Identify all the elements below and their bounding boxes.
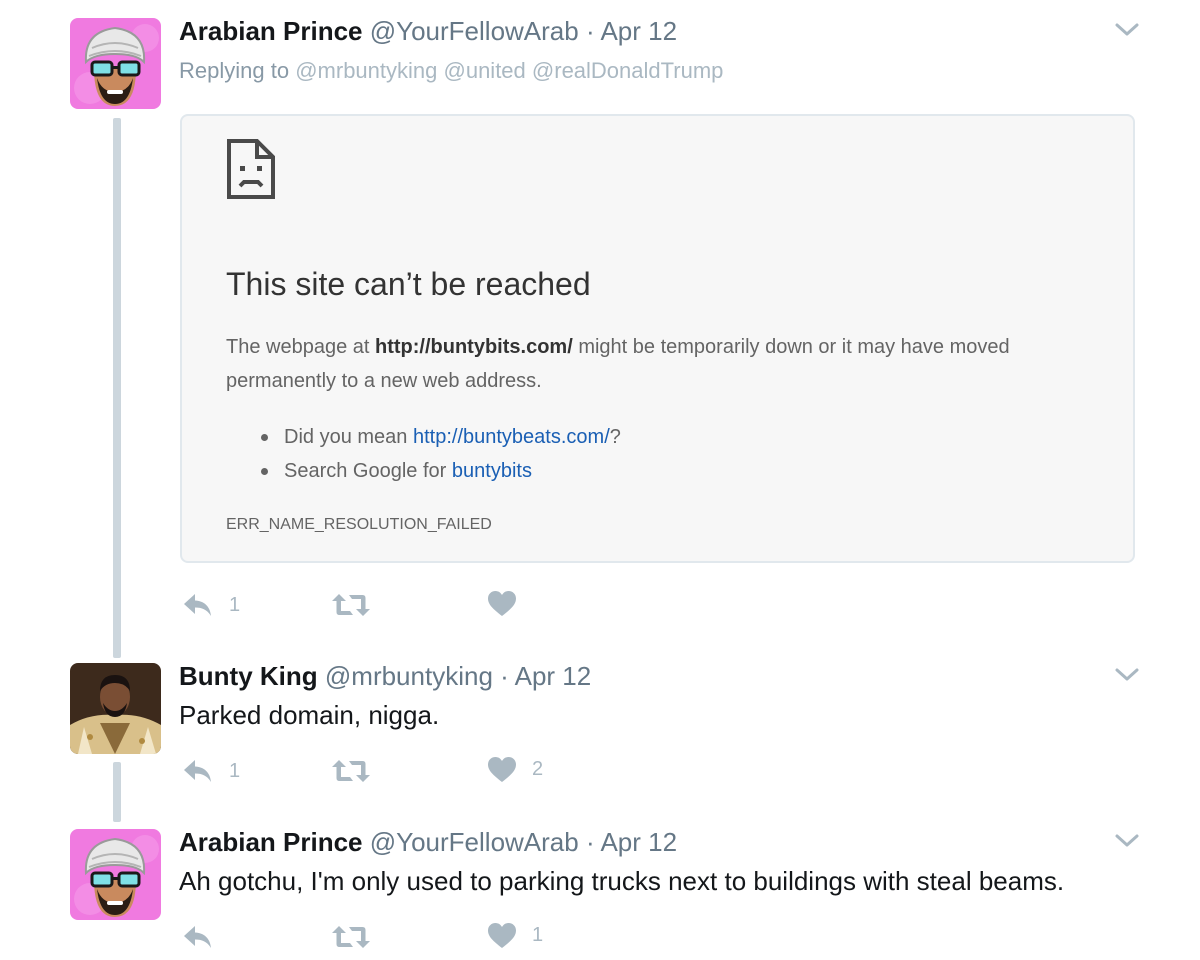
suggestion-link: http://buntybeats.com/ [412, 426, 610, 448]
tweet-date[interactable]: Apr 12 [600, 16, 677, 46]
suggestion-list: Did you mean http://buntybeats.com/? Sea… [226, 420, 621, 488]
separator-dot: · [585, 827, 595, 857]
retweet-button[interactable] [331, 756, 386, 786]
error-url: http://buntybits.com/ [375, 336, 573, 358]
error-code: ERR_NAME_RESOLUTION_FAILED [226, 516, 492, 533]
suggestion-text: Did you mean [284, 426, 408, 448]
tweet-header: Arabian Prince @YourFellowArab · Apr 12 [179, 16, 677, 46]
retweet-icon [331, 924, 371, 950]
reply-button[interactable] [182, 922, 229, 952]
tweet-date[interactable]: Apr 12 [515, 661, 592, 691]
mention-link[interactable]: @mrbuntyking [295, 58, 437, 83]
like-count: 1 [532, 923, 544, 946]
display-name[interactable]: Bunty King [179, 661, 318, 691]
avatar[interactable] [70, 663, 161, 754]
sad-document-icon [226, 138, 276, 200]
like-button[interactable] [487, 588, 532, 618]
tweet-header: Bunty King @mrbuntyking · Apr 12 [179, 661, 591, 691]
tweet-text: Parked domain, nigga. [179, 700, 440, 730]
heart-icon [487, 590, 517, 617]
reply-button[interactable]: 1 [182, 590, 240, 620]
chevron-down-icon[interactable] [1114, 21, 1140, 39]
reply-icon [182, 592, 214, 618]
user-handle[interactable]: @YourFellowArab [370, 16, 579, 46]
mention-link[interactable]: @realDonaldTrump [532, 58, 723, 83]
tweet-header: Arabian Prince @YourFellowArab · Apr 12 [179, 827, 677, 857]
error-body-prefix: The webpage at [226, 336, 370, 358]
error-page-image[interactable]: This site can’t be reached The webpage a… [180, 114, 1135, 563]
reply-icon [182, 924, 214, 950]
retweet-button[interactable] [331, 922, 386, 952]
chevron-down-icon[interactable] [1114, 666, 1140, 684]
reply-count: 1 [229, 593, 241, 616]
separator-dot: · [585, 16, 595, 46]
avatar[interactable] [70, 829, 161, 920]
display-name[interactable]: Arabian Prince [179, 16, 363, 46]
suggestion-item: Did you mean http://buntybeats.com/? [261, 420, 621, 454]
like-count: 2 [532, 757, 544, 780]
error-description: The webpage at http://buntybits.com/ mig… [226, 330, 1106, 398]
separator-dot: · [500, 661, 509, 691]
heart-icon [487, 756, 517, 783]
retweet-icon [331, 758, 371, 784]
error-title: This site can’t be reached [226, 266, 591, 302]
suggestion-text: Search Google for [284, 460, 447, 482]
like-button[interactable]: 2 [487, 754, 543, 784]
replying-to-label: Replying to [179, 58, 290, 83]
reply-count: 1 [229, 759, 241, 782]
suggestion-link: buntybits [451, 460, 532, 482]
retweet-icon [331, 592, 371, 618]
suggestion-suffix: ? [609, 426, 621, 448]
reply-icon [182, 758, 214, 784]
tweet-date[interactable]: Apr 12 [600, 827, 677, 857]
like-button[interactable]: 1 [487, 920, 543, 950]
user-handle[interactable]: @YourFellowArab [370, 827, 579, 857]
reply-button[interactable]: 1 [182, 756, 240, 786]
chevron-down-icon[interactable] [1114, 832, 1140, 850]
replying-to: Replying to @mrbuntyking @united @realDo… [179, 58, 723, 84]
avatar[interactable] [70, 18, 161, 109]
tweet-text: Ah gotchu, I'm only used to parking truc… [179, 866, 1065, 896]
thread-line-middle [113, 762, 121, 822]
user-handle[interactable]: @mrbuntyking [325, 661, 493, 691]
thread-line-top [113, 118, 121, 658]
retweet-button[interactable] [331, 590, 386, 620]
mention-link[interactable]: @united [444, 58, 526, 83]
display-name[interactable]: Arabian Prince [179, 827, 363, 857]
heart-icon [487, 922, 517, 949]
suggestion-item: Search Google for buntybits [261, 454, 621, 488]
